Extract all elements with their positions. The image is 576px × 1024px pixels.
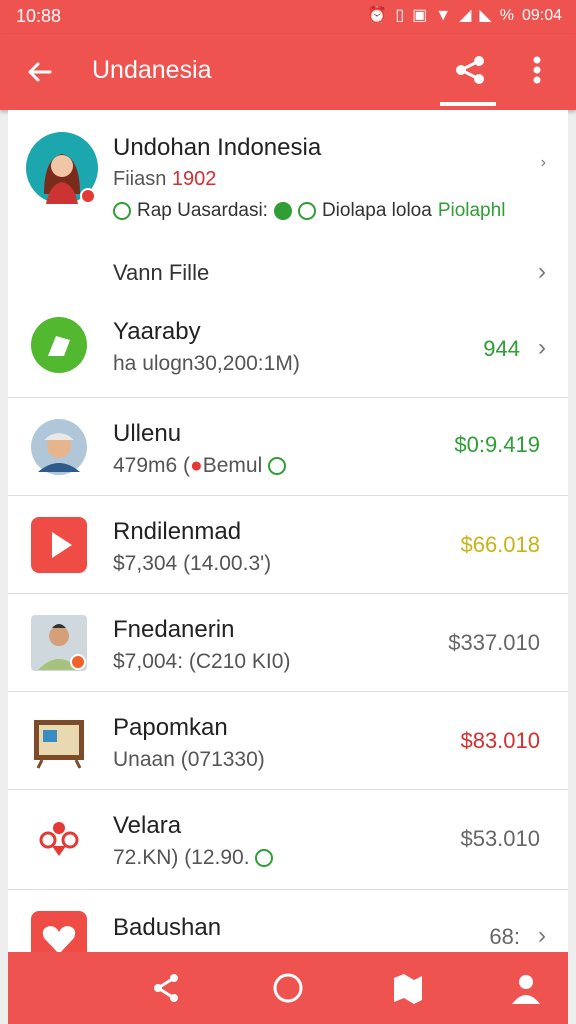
profile-badge-right: Diolapa loloa (321, 200, 432, 221)
profile-badge-right-green: Piolaphl (437, 200, 506, 221)
profile-badges: Rap Uasardasi: Diolapa loloa Piolaphl (113, 200, 505, 222)
row-name: Yaaraby (113, 318, 201, 345)
bottom-nav (8, 952, 568, 1024)
sim-icon: ▣ (412, 7, 428, 24)
chevron-right-icon: › (538, 334, 546, 361)
row-amount: 68: (489, 924, 520, 949)
profile-sub-prefix: Fiiasn (113, 168, 167, 190)
row-amount: $53.010 (460, 826, 540, 851)
share-icon[interactable] (146, 968, 186, 1008)
badge-icon (255, 849, 274, 868)
share-icon[interactable] (452, 52, 488, 88)
list-item[interactable]: Rndilenmad $7,304 (14.00.3') $66.018 (8, 496, 568, 594)
row-sub-text: 72.KN) (12.90. (113, 846, 250, 869)
content-list: Undohan Indonesia Fiiasn 1902 Rap Uasard… (8, 110, 568, 952)
percent-icon: % (499, 7, 514, 24)
row-sub: ha ulogn30,200:1M) (113, 352, 300, 375)
row-name: Badushan (113, 914, 222, 941)
row-name: Fnedanerin (113, 616, 235, 643)
badge-icon (268, 457, 287, 476)
status-icons: ⏰ ▯ ▣ ▼ ◢ ◣ % 09:04 (367, 5, 562, 27)
profile-sub-number: 1902 (171, 168, 217, 190)
profile-avatar-icon (26, 132, 98, 204)
person-cap-icon (31, 419, 87, 475)
tab-underline (440, 102, 496, 106)
row-sub: Unaan (071330) (113, 748, 265, 771)
row-sub-text2: Bemul (202, 454, 263, 477)
signal-x-icon: ◣ (479, 7, 492, 24)
status-time: 10:88 (16, 6, 62, 26)
search-badge-icon (297, 202, 316, 220)
map-icon[interactable] (388, 968, 428, 1008)
app-bar: Undanesia (0, 34, 576, 110)
app-title: Undanesia (92, 56, 212, 84)
wifi-icon: ▼ (435, 7, 452, 24)
chevron-right-icon: › (538, 922, 546, 949)
row-sub-text: 479m6 ( (113, 454, 191, 477)
status-bar: 10:88 ⏰ ▯ ▣ ▼ ◢ ◣ % 09:04 (0, 0, 576, 34)
play-icon (31, 517, 87, 573)
more-vert-icon[interactable] (522, 50, 552, 90)
row-name: Rndilenmad (113, 518, 242, 545)
green-leaf-icon (31, 317, 87, 373)
row-amount: $337.010 (448, 630, 540, 655)
chevron-right-icon: › (540, 154, 546, 171)
row-amount: $66.018 (460, 532, 540, 557)
alarm-icon: ⏰ (367, 7, 388, 24)
list-item[interactable]: Velara 72.KN) (12.90. $53.010 (8, 790, 568, 890)
circle-icon[interactable] (268, 968, 308, 1008)
row-sub: $7,304 (14.00.3') (113, 552, 272, 575)
chevron-right-icon: › (538, 258, 546, 285)
check-circle-icon (113, 202, 131, 220)
flower-icon (39, 822, 79, 856)
profile-name: Undohan Indonesia (113, 134, 322, 161)
row-sub: 479m6 (●Bemul (113, 454, 287, 478)
row-amount: 944 (483, 336, 520, 361)
list-item[interactable]: Papomkan Unaan (071330) $83.010 (8, 692, 568, 790)
profile-badge-left: Rap Uasardasi: (137, 200, 268, 221)
list-item[interactable]: Fnedanerin $7,004: (C210 KI0) $337.010 (8, 594, 568, 692)
board-icon (34, 720, 84, 769)
list-item[interactable]: Ullenu 479m6 (●Bemul $0:9.419 (8, 398, 568, 496)
check-filled-icon (273, 202, 292, 220)
list-item[interactable]: Yaaraby ha ulogn30,200:1M) 944 › (8, 300, 568, 398)
profile-sub: Fiiasn 1902 (113, 168, 216, 191)
row-amount: $0:9.419 (454, 432, 540, 457)
person-photo-icon (31, 615, 87, 671)
arrow-left-icon[interactable] (20, 52, 60, 92)
list-item[interactable]: Badushan 68: › (8, 890, 568, 952)
row-sub: 72.KN) (12.90. (113, 846, 274, 870)
row-name: Ullenu (113, 420, 182, 447)
row-sub: $7,004: (C210 KI0) (113, 650, 291, 673)
person-icon[interactable] (506, 968, 546, 1008)
status-time-right: 09:04 (521, 7, 562, 24)
row-name: Velara (113, 812, 182, 839)
profile-link[interactable]: Vann Fille (113, 260, 209, 286)
signal-icon: ◢ (459, 7, 472, 24)
heart-icon (31, 911, 87, 952)
row-amount: $83.010 (460, 728, 540, 753)
profile-card[interactable]: Undohan Indonesia Fiiasn 1902 Rap Uasard… (8, 110, 568, 300)
vibrate-icon: ▯ (395, 7, 405, 24)
row-name: Papomkan (113, 714, 228, 741)
